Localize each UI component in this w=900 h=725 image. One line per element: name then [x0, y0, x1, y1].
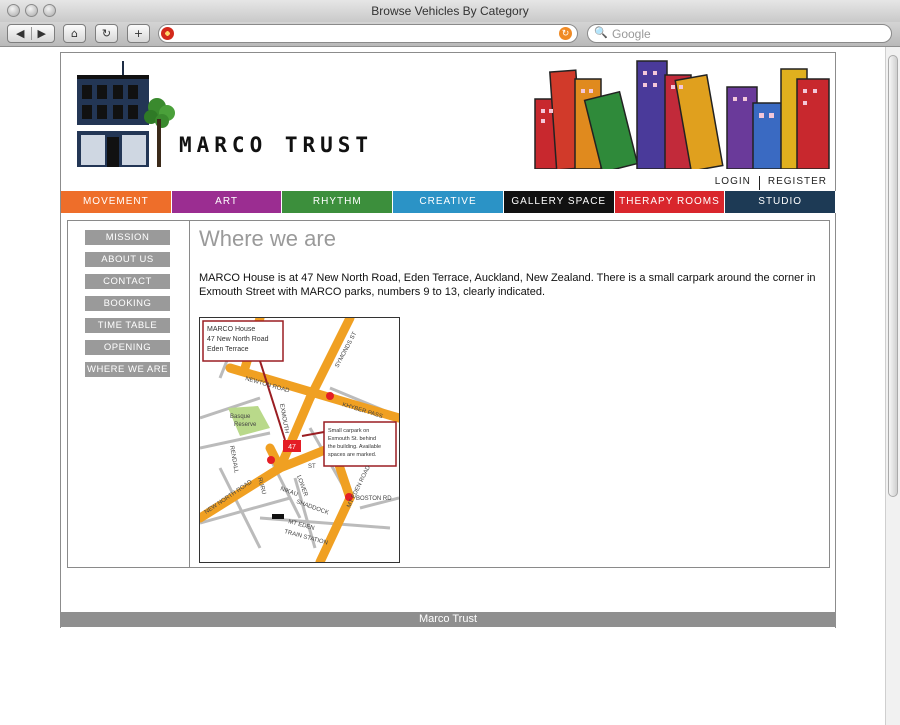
site-favicon-icon	[161, 27, 174, 40]
nav-art[interactable]: ART	[171, 191, 283, 213]
vertical-scrollbar[interactable]	[885, 47, 900, 725]
add-bookmark-button[interactable]: +	[127, 24, 150, 43]
snapback-icon[interactable]: ↻	[559, 27, 572, 40]
site-footer: Marco Trust	[60, 612, 836, 627]
map-address-line-1: MARCO House	[207, 326, 255, 333]
search-icon: 🔍	[594, 26, 608, 39]
address-bar[interactable]: ↻	[158, 24, 578, 43]
site-logo-text[interactable]: MARCO TRUST	[179, 133, 373, 157]
search-placeholder: Google	[612, 27, 651, 41]
account-links: LOGIN REGISTER	[707, 176, 835, 190]
login-link[interactable]: LOGIN	[707, 176, 759, 190]
sidebar-item-time-table[interactable]: TIME TABLE	[85, 318, 170, 333]
map-building-number: 47	[288, 444, 296, 451]
nav-therapy-rooms[interactable]: THERAPY ROOMS	[614, 191, 726, 213]
sidebar-item-mission[interactable]: MISSION	[85, 230, 170, 245]
map-label-reserve: Reserve	[234, 422, 257, 428]
back-forward-button-group: ◀ ▶	[7, 24, 55, 43]
sidebar-item-where-we-are[interactable]: WHERE WE ARE	[85, 362, 170, 377]
sidebar-item-about-us[interactable]: ABOUT US	[85, 252, 170, 267]
map-label-st: ST	[308, 464, 316, 470]
window-titlebar: Browse Vehicles By Category	[0, 0, 900, 23]
sidebar-menu: MISSION ABOUT US CONTACT BOOKING TIME TA…	[68, 221, 190, 567]
search-field[interactable]: 🔍 Google	[587, 24, 892, 43]
register-link[interactable]: REGISTER	[760, 176, 835, 190]
map-carpark-line-3: the building. Available	[328, 444, 381, 450]
reload-icon: ↻	[101, 27, 112, 40]
main-navigation: MOVEMENT ART RHYTHM CREATIVE GALLERY SPA…	[61, 191, 837, 213]
map-address-line-2: 47 New North Road	[207, 336, 269, 343]
nav-creative[interactable]: CREATIVE	[393, 191, 504, 213]
skyline-banner-illustration	[534, 60, 830, 169]
map-label-boston-rd: BOSTON RD	[356, 496, 392, 502]
location-map: 47 MARCO House 47 New North Road Eden Te…	[199, 317, 400, 563]
reload-button[interactable]: ↻	[95, 24, 118, 43]
web-page: MARCO TRUST LOGIN REGISTER MOVEMENT ART …	[60, 52, 837, 628]
page-title: Where we are	[199, 226, 336, 251]
location-description: MARCO House is at 47 New North Road, Ede…	[199, 272, 816, 298]
content-box: MISSION ABOUT US CONTACT BOOKING TIME TA…	[67, 220, 830, 568]
sidebar-item-opening-hours[interactable]: OPENING HOURS	[85, 340, 170, 368]
nav-studio[interactable]: STUDIO	[725, 191, 837, 213]
sidebar-item-contact[interactable]: CONTACT	[85, 274, 170, 289]
map-label-basque: Basque	[230, 414, 251, 420]
back-arrow-icon[interactable]: ◀	[16, 27, 32, 40]
map-carpark-line-4: spaces are marked.	[328, 452, 377, 458]
plus-icon: +	[133, 27, 144, 40]
marco-house-building-logo	[77, 61, 175, 167]
nav-gallery-space[interactable]: GALLERY SPACE	[503, 191, 615, 213]
map-address-line-3: Eden Terrace	[207, 346, 249, 353]
browser-toolbar: ◀ ▶ ⌂ ↻ + ↻ 🔍 Google	[0, 22, 900, 47]
window-title: Browse Vehicles By Category	[371, 4, 529, 18]
sidebar-item-booking[interactable]: BOOKING	[85, 296, 170, 311]
home-icon: ⌂	[71, 27, 78, 40]
forward-arrow-icon[interactable]: ▶	[32, 27, 46, 40]
scrollbar-thumb[interactable]	[888, 55, 898, 497]
home-button[interactable]: ⌂	[63, 24, 86, 43]
nav-movement[interactable]: MOVEMENT	[61, 191, 172, 213]
map-carpark-line-2: Exmouth St. behind	[328, 436, 376, 442]
map-carpark-line-1: Small carpark on	[328, 428, 369, 434]
nav-rhythm[interactable]: RHYTHM	[282, 191, 394, 213]
